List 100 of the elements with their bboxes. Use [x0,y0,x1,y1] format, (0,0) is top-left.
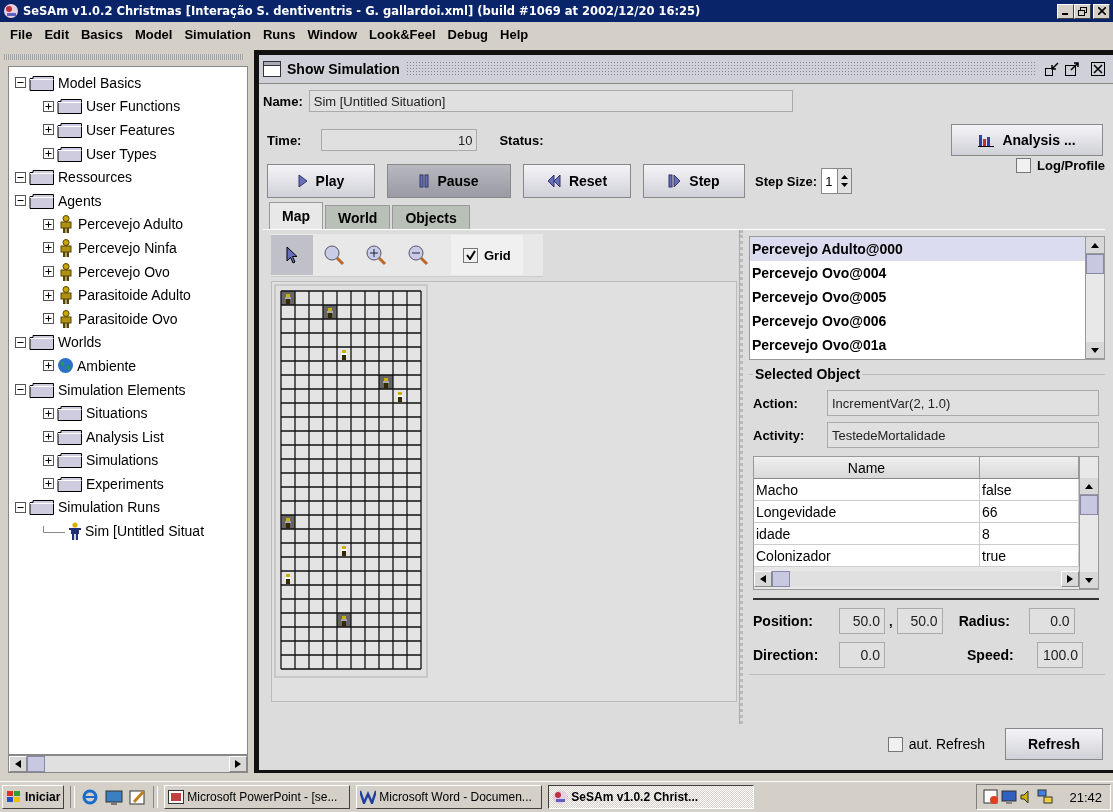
expander-icon[interactable] [43,478,54,490]
menu-item[interactable]: Look&Feel [363,24,442,44]
analysis-button[interactable]: Analysis ... [951,124,1103,156]
vertical-scrollbar[interactable] [1085,237,1104,359]
expander-icon[interactable] [15,384,26,395]
tree-item[interactable]: Parasitoide Adulto [78,287,191,304]
left-arrow-icon[interactable] [760,575,766,583]
scrollbar-thumb[interactable] [1086,254,1104,274]
menu-item[interactable]: Basics [74,24,129,44]
expander-icon[interactable] [43,148,54,160]
tree-item[interactable]: Ressources [58,169,132,186]
vertical-scrollbar[interactable] [1079,457,1098,589]
tree-item[interactable]: User Features [86,122,175,138]
tab[interactable]: Objects [392,205,470,229]
tree-item[interactable]: Agents [58,192,102,209]
expander-icon[interactable] [43,124,54,136]
taskbar-button[interactable]: Microsoft PowerPoint - [se... [164,785,351,809]
expander-icon[interactable] [15,195,26,207]
tree-item[interactable]: User Types [86,145,157,162]
direction-field[interactable]: 0.0 [839,642,885,668]
menu-item[interactable]: Debug [441,24,495,44]
right-arrow-icon[interactable] [1067,575,1073,583]
expander-icon[interactable] [43,360,54,372]
expander-icon[interactable] [43,454,54,466]
expander-icon[interactable] [43,407,54,419]
menu-item[interactable]: File [4,24,39,44]
object-list-item[interactable]: Percevejo Ovo@006 [750,309,1085,333]
expander-icon[interactable] [43,242,54,254]
expander-icon[interactable] [15,336,26,348]
simulation-control-button[interactable]: Pause [387,164,511,198]
down-arrow-icon[interactable] [1091,347,1099,353]
left-arrow-icon[interactable] [15,760,21,768]
horizontal-scrollbar[interactable] [8,755,248,773]
action-field[interactable]: IncrementVar(2, 1.0) [827,390,1099,416]
start-button[interactable]: Iniciar [2,785,65,809]
close-button[interactable] [1093,3,1110,19]
object-list-item[interactable]: Percevejo Ovo@01a [750,333,1085,357]
tree-item[interactable]: Experiments [86,475,164,492]
tree-item[interactable]: Parasitoide Ovo [78,310,178,327]
expander-icon[interactable] [43,100,54,112]
log-profile-checkbox[interactable]: Log/Profile [1016,158,1105,173]
close-icon[interactable] [1091,62,1105,76]
expander-icon[interactable] [15,502,26,513]
expander-icon[interactable] [43,313,54,325]
tree-item[interactable]: Simulations [86,452,159,469]
panel-grip[interactable] [4,54,244,60]
browser-icon[interactable] [81,788,100,806]
expander-icon[interactable] [43,266,54,278]
tree-item[interactable]: Percevejo Ovo [78,263,170,280]
tree-item[interactable]: Sim [Untitled Situat [85,523,205,540]
right-arrow-icon[interactable] [235,760,241,768]
menu-item[interactable]: Runs [256,24,302,44]
tree-item[interactable]: Analysis List [86,428,164,445]
pointer-tool-button[interactable] [271,235,313,275]
tree-item[interactable]: Model Basics [58,74,142,91]
tree-item[interactable]: Situations [86,405,148,422]
scrollbar-thumb[interactable] [1080,495,1098,515]
menu-item[interactable]: Window [301,24,364,44]
horizontal-scrollbar[interactable] [754,571,1079,587]
pencil-icon[interactable] [129,788,148,806]
expander-icon[interactable] [43,431,54,443]
up-arrow-icon[interactable] [1085,483,1093,489]
tree-item[interactable]: Simulation Elements [58,381,186,398]
iconify-icon[interactable] [1045,62,1059,76]
object-list-item[interactable]: Percevejo Adulto@000 [750,237,1085,261]
name-field[interactable]: Sim [Untitled Situation] [308,90,793,112]
refresh-button[interactable]: Refresh [1005,728,1103,760]
object-list-item[interactable]: Percevejo Ovo@004 [750,261,1085,285]
taskbar-button[interactable]: SeSAm v1.0.2 Christ... [548,785,755,809]
scrollbar-thumb[interactable] [772,571,790,587]
up-arrow-icon[interactable] [1091,242,1099,248]
expander-icon[interactable] [43,289,54,301]
grid-checkbox[interactable]: Grid [451,235,523,275]
tree-item[interactable]: Worlds [58,334,102,351]
time-field[interactable]: 10 [321,129,478,151]
minimize-button[interactable] [1057,3,1074,19]
position-y-field[interactable]: 50.0 [896,608,943,634]
tab[interactable]: World [325,205,391,229]
down-arrow-icon[interactable] [1085,577,1093,583]
maximize-icon[interactable] [1065,62,1079,76]
menu-item[interactable]: Model [128,24,179,44]
tab[interactable]: Map [269,202,323,229]
expander-icon[interactable] [15,171,26,183]
simulation-control-button[interactable]: Reset [523,164,631,198]
expander-icon[interactable] [15,77,26,89]
tree-item[interactable]: Percevejo Ninfa [78,239,177,256]
tree-item[interactable]: User Functions [86,98,181,115]
clock-icon[interactable] [983,789,1000,805]
radius-field[interactable]: 0.0 [1028,608,1075,634]
position-x-field[interactable]: 50.0 [839,608,885,634]
network-icon[interactable] [1037,789,1054,805]
taskbar-button[interactable]: Microsoft Word - Documen... [356,785,543,809]
object-list-item[interactable]: Percevejo Ovo@005 [750,285,1085,309]
restore-button[interactable] [1074,3,1091,19]
menu-item[interactable]: Help [494,24,535,44]
tree-item[interactable]: Ambiente [77,357,137,374]
step-size-spinner[interactable]: 1 [821,168,853,194]
auto-refresh-checkbox[interactable]: aut. Refresh [887,736,985,752]
simulation-control-button[interactable]: Play [267,164,375,198]
monitor-icon[interactable] [1001,789,1018,805]
